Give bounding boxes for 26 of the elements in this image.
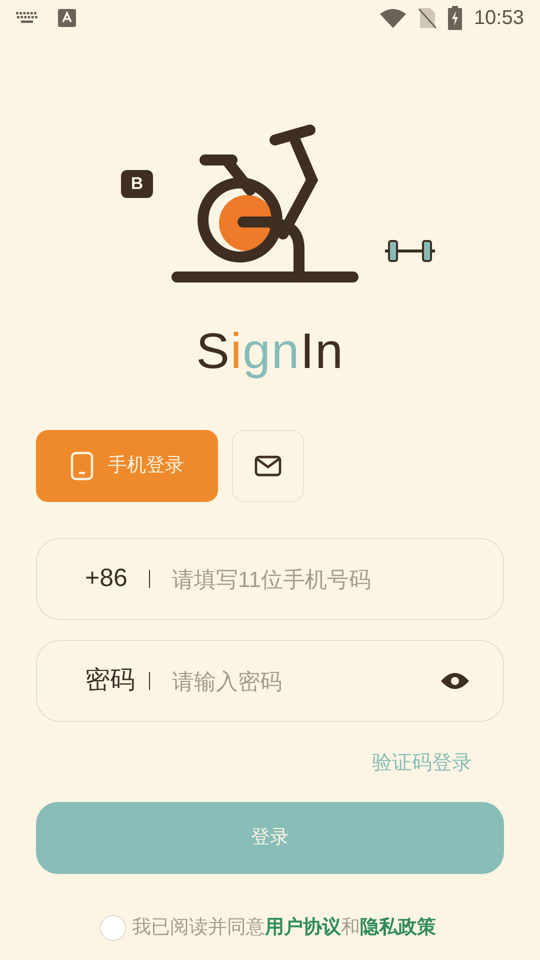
password-field[interactable]: 密码 请输入密码 bbox=[36, 640, 504, 722]
logo-badge: B bbox=[121, 170, 153, 198]
no-sim-icon bbox=[418, 7, 436, 29]
agreement-text: 我已阅读并同意用户协议和隐私政策 bbox=[132, 916, 436, 940]
agree-checkbox[interactable] bbox=[100, 915, 126, 942]
wifi-icon bbox=[380, 8, 406, 28]
password-label: 密码 bbox=[85, 665, 136, 696]
login-button[interactable]: 登录 bbox=[36, 802, 504, 874]
dumbbell-icon bbox=[384, 238, 436, 264]
email-login-tab[interactable] bbox=[232, 430, 304, 502]
eye-icon[interactable] bbox=[441, 671, 469, 691]
phone-field[interactable]: +86 请填写11位手机号码 bbox=[36, 538, 504, 620]
agreement-link[interactable]: 隐私政策 bbox=[360, 917, 436, 938]
battery-charging-icon bbox=[448, 6, 462, 30]
agreement-link[interactable]: 用户协议 bbox=[265, 917, 341, 938]
phone-login-tab[interactable]: 手机登录 bbox=[36, 430, 218, 502]
code-login-link[interactable]: 验证码登录 bbox=[372, 748, 472, 778]
keyboard-icon bbox=[16, 12, 38, 24]
status-time: 10:53 bbox=[474, 6, 524, 31]
password-input[interactable]: 请输入密码 bbox=[172, 664, 441, 698]
sign-in-title: SignIn bbox=[196, 326, 344, 376]
country-code: +86 bbox=[85, 563, 128, 594]
phone-number-input[interactable]: 请填写11位手机号码 bbox=[172, 562, 469, 596]
text-input-icon bbox=[58, 9, 76, 27]
phone-icon bbox=[70, 451, 94, 481]
mail-icon bbox=[254, 455, 282, 477]
